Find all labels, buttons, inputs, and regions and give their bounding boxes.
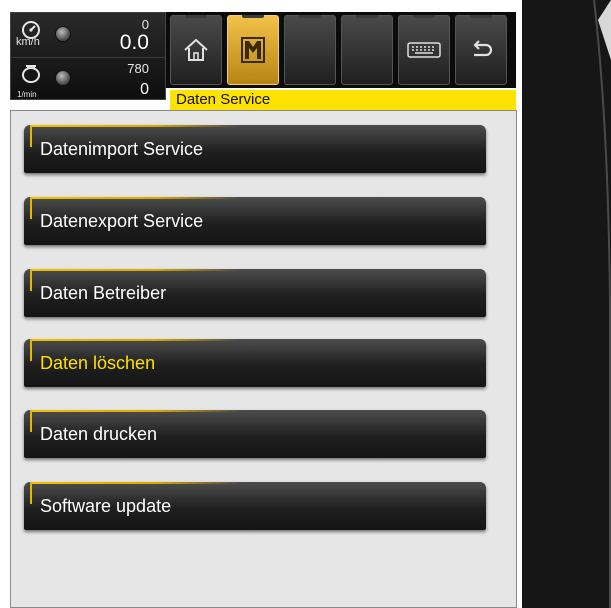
back-arrow-icon xyxy=(473,40,493,57)
status-panel: km/h 0 0.0 1/min 780 0 xyxy=(10,12,166,100)
menu-item-daten-betreiber[interactable]: Daten Betreiber xyxy=(24,269,486,317)
speed-value: 0.0 xyxy=(119,31,149,54)
engine-rpm-icon xyxy=(22,65,40,83)
rpm-sub-value: 780 xyxy=(127,61,149,76)
speed-indicator-led xyxy=(55,26,71,42)
menu-item-datenimport-service[interactable]: Datenimport Service xyxy=(24,125,486,173)
keyboard-button[interactable] xyxy=(398,15,450,85)
toolbar-empty-button-1[interactable] xyxy=(284,15,336,85)
rpm-row: 1/min 780 0 xyxy=(11,57,165,101)
top-toolbar xyxy=(166,12,516,88)
speed-unit: km/h xyxy=(16,36,40,48)
machine-menu-button[interactable] xyxy=(227,15,279,85)
side-panel xyxy=(522,0,611,608)
toolbar-empty-button-2[interactable] xyxy=(341,15,393,85)
rpm-unit: 1/min xyxy=(17,90,37,99)
back-button[interactable] xyxy=(455,15,507,85)
menu-item-software-update[interactable]: Software update xyxy=(24,482,486,530)
menu-item-daten-loeschen[interactable]: Daten löschen xyxy=(24,339,486,387)
menu-panel: Datenimport Service Datenexport Service … xyxy=(10,110,517,608)
rpm-value: 0 xyxy=(140,81,149,98)
breadcrumb: Daten Service xyxy=(170,90,516,110)
speed-row: km/h 0 0.0 xyxy=(11,13,165,58)
rpm-indicator-led xyxy=(55,70,71,86)
home-icon xyxy=(184,38,208,61)
keyboard-icon xyxy=(407,42,441,58)
menu-item-datenexport-service[interactable]: Datenexport Service xyxy=(24,197,486,245)
side-panel-divider xyxy=(593,0,611,608)
menu-item-daten-drucken[interactable]: Daten drucken xyxy=(24,410,486,458)
machine-menu-icon xyxy=(241,37,265,63)
speed-sub-value: 0 xyxy=(141,17,149,32)
home-button[interactable] xyxy=(170,15,222,85)
